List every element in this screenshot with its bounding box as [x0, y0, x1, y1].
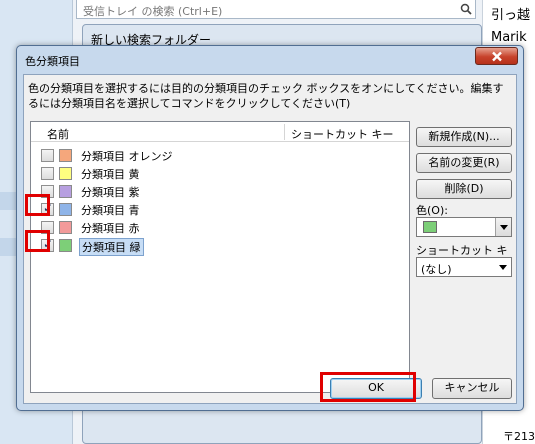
search-input[interactable]: 受信トレイ の検索 (Ctrl+E) [76, 0, 476, 19]
rename-button[interactable]: 名前の変更(R) [416, 153, 512, 173]
category-swatch-red [59, 221, 72, 234]
dialog-client-area: 色の分類項目を選択するには目的の分類項目のチェック ボックスをオンにしてください… [23, 74, 517, 404]
chevron-down-icon-2 [499, 264, 507, 270]
color-dropdown-arrow[interactable] [495, 218, 511, 236]
cancel-button[interactable]: キャンセル [432, 378, 512, 399]
category-list-header: 名前 ショートカット キー [31, 122, 409, 142]
column-header-shortcut[interactable]: ショートカット キー [291, 126, 394, 142]
shortcut-key-value: (なし) [421, 263, 452, 276]
category-row-red[interactable]: 分類項目 赤 [31, 218, 409, 236]
category-swatch-green [59, 239, 72, 252]
column-separator[interactable] [284, 124, 285, 140]
chevron-down-icon [499, 224, 508, 230]
reading-pane-text-2: Marik [491, 30, 527, 45]
dialog-title: 色分類項目 [25, 55, 80, 68]
category-label-purple[interactable]: 分類項目 紫 [79, 184, 142, 200]
category-row-green[interactable]: 分類項目 緑 [31, 236, 409, 256]
category-label-orange[interactable]: 分類項目 オレンジ [79, 148, 175, 164]
highlight-ok-button [320, 372, 416, 402]
color-picker[interactable] [416, 217, 512, 237]
category-swatch-purple [59, 185, 72, 198]
category-swatch-orange [59, 149, 72, 162]
category-checkbox-yellow[interactable] [41, 167, 54, 180]
category-checkbox-orange[interactable] [41, 149, 54, 162]
category-row-blue[interactable]: 分類項目 青 [31, 200, 409, 218]
category-row-orange[interactable]: 分類項目 オレンジ [31, 146, 409, 164]
instructions-text: 色の分類項目を選択するには目的の分類項目のチェック ボックスをオンにしてください… [28, 82, 504, 110]
category-label-yellow[interactable]: 分類項目 黄 [79, 166, 142, 182]
highlight-blue-checkbox [25, 194, 50, 216]
category-row-purple[interactable]: 分類項目 紫 [31, 182, 409, 200]
shortcut-dropdown-arrow[interactable] [495, 258, 511, 276]
category-label-red[interactable]: 分類項目 赤 [79, 220, 142, 236]
color-categories-dialog: 色分類項目 色の分類項目を選択するには目的の分類項目のチェック ボックスをオンに… [16, 45, 524, 411]
category-label-blue[interactable]: 分類項目 青 [79, 202, 142, 218]
column-header-name[interactable]: 名前 [47, 126, 69, 142]
new-category-button[interactable]: 新規作成(N)... [416, 127, 512, 147]
selected-color-swatch [423, 221, 437, 233]
close-icon [491, 51, 502, 61]
color-label: 色(O): [416, 204, 448, 217]
category-swatch-yellow [59, 167, 72, 180]
dialog-titlebar[interactable]: 色分類項目 [17, 46, 523, 74]
reading-pane-text-1: 引っ越 [491, 8, 531, 23]
delete-button[interactable]: 削除(D) [416, 179, 512, 199]
shortcut-key-select[interactable]: (なし) [416, 257, 512, 277]
highlight-green-checkbox [25, 230, 50, 252]
reading-pane-text-3: 〒213 [503, 430, 535, 443]
close-button[interactable] [475, 47, 518, 65]
search-icon[interactable] [460, 3, 472, 15]
category-list[interactable]: 名前 ショートカット キー 分類項目 オレンジ 分類項目 黄 分類項目 紫 ✓ … [30, 121, 410, 393]
category-row-yellow[interactable]: 分類項目 黄 [31, 164, 409, 182]
category-label-green[interactable]: 分類項目 緑 [79, 238, 144, 256]
category-swatch-blue [59, 203, 72, 216]
